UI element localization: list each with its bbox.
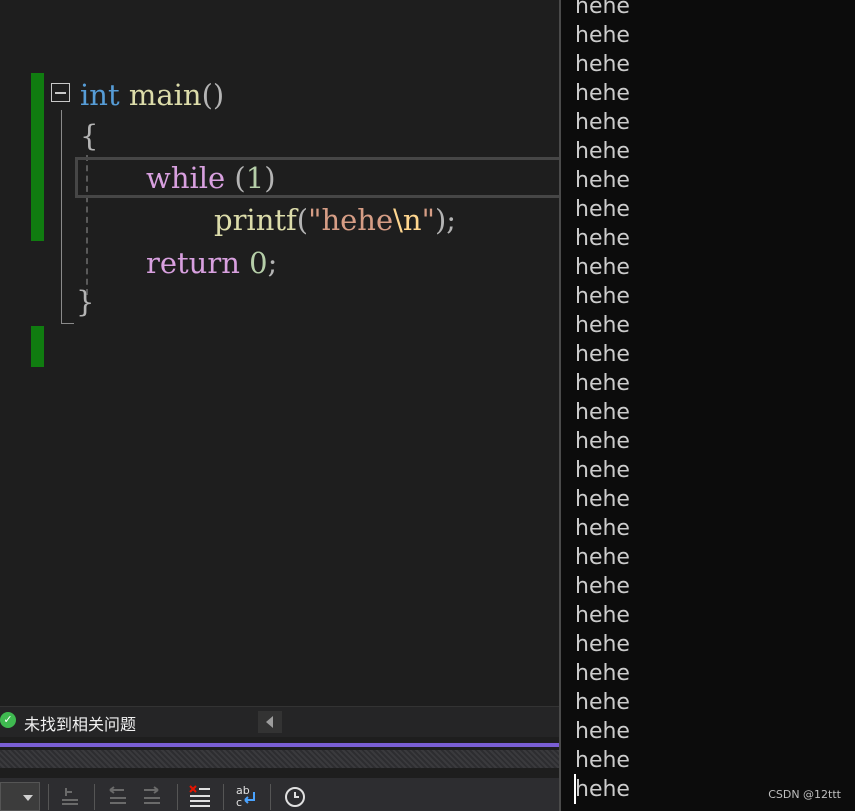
toolbar-separator — [94, 784, 95, 810]
console-line: hehe — [575, 719, 630, 744]
history-clock-icon[interactable] — [283, 784, 307, 808]
toolbar-separator — [48, 784, 49, 810]
code-token: ; — [267, 246, 278, 280]
problems-status-bar: ✓ 未找到相关问题 — [0, 706, 559, 737]
code-token: while — [146, 161, 226, 195]
text-cursor — [574, 774, 576, 804]
code-token: ); — [434, 203, 457, 237]
panel-accent-line — [0, 743, 559, 747]
console-line: hehe — [575, 661, 630, 686]
console-line: hehe — [575, 342, 630, 367]
indent-icon[interactable] — [140, 784, 164, 808]
scroll-left-button[interactable] — [258, 711, 282, 733]
code-token: ) — [264, 161, 276, 195]
code-token: ( — [225, 161, 246, 195]
code-token: 1 — [245, 161, 265, 195]
console-line: hehe — [575, 255, 630, 280]
console-line: hehe — [575, 516, 630, 541]
remove-errors-icon[interactable] — [188, 784, 212, 808]
code-token: } — [76, 285, 95, 319]
console-line: hehe — [575, 458, 630, 483]
code-token: printf — [214, 203, 297, 237]
code-token: "hehe — [308, 203, 394, 237]
editor-toolbar: ab c — [0, 778, 559, 811]
status-message: 未找到相关问题 — [24, 715, 137, 734]
dropdown-icon[interactable] — [0, 782, 40, 811]
console-line: hehe — [575, 226, 630, 251]
outdent-icon[interactable] — [106, 784, 130, 808]
code-editor[interactable]: int main() { while (1) printf("hehe\n");… — [0, 0, 559, 706]
console-line: hehe — [575, 197, 630, 222]
console-line: hehe — [575, 545, 630, 570]
console-line: hehe — [575, 574, 630, 599]
console-line: hehe — [575, 632, 630, 657]
console-line: hehe — [575, 0, 630, 19]
code-line[interactable]: { — [80, 118, 98, 154]
outline-guide — [61, 110, 62, 324]
code-token: 0 — [249, 246, 268, 280]
console-line: hehe — [575, 690, 630, 715]
console-line: hehe — [575, 168, 630, 193]
code-line[interactable]: } — [76, 284, 94, 320]
outline-guide-end — [61, 323, 74, 324]
console-line: hehe — [575, 748, 630, 773]
code-token: return — [146, 246, 240, 280]
code-line[interactable]: int main() — [80, 77, 224, 113]
comment-out-icon[interactable] — [58, 784, 82, 808]
panel-splitter[interactable] — [0, 750, 559, 768]
code-line[interactable]: while (1) — [146, 160, 276, 196]
console-line: hehe — [575, 81, 630, 106]
console-line: hehe — [575, 487, 630, 512]
console-window[interactable]: hehe hehe hehe hehe hehe hehe hehe hehe hehe hehe… — [559, 0, 855, 811]
change-indicator-bar — [31, 326, 44, 367]
svg-text:c: c — [236, 796, 242, 808]
code-token: int — [80, 78, 120, 112]
code-token: () — [201, 78, 225, 112]
code-line[interactable]: printf("hehe\n"); — [214, 202, 456, 238]
console-line: hehe — [575, 371, 630, 396]
toolbar-separator — [223, 784, 224, 810]
change-indicator-bar — [31, 73, 44, 241]
code-line[interactable]: return 0; — [146, 245, 277, 281]
toolbar-separator — [177, 784, 178, 810]
toolbar-separator — [270, 784, 271, 810]
code-token: { — [80, 119, 99, 153]
code-token: \n — [393, 203, 422, 237]
code-token: ( — [296, 203, 309, 237]
console-line: hehe — [575, 284, 630, 309]
console-line: hehe — [575, 23, 630, 48]
check-circle-icon[interactable]: ✓ — [0, 712, 16, 728]
console-line: hehe — [575, 777, 630, 802]
console-line: hehe — [575, 429, 630, 454]
replace-icon[interactable]: ab c — [234, 784, 258, 808]
code-token: " — [421, 203, 435, 237]
console-line: hehe — [575, 400, 630, 425]
console-line: hehe — [575, 603, 630, 628]
console-line: hehe — [575, 139, 630, 164]
console-line: hehe — [575, 110, 630, 135]
watermark: CSDN @12ttt — [768, 788, 841, 801]
console-line: hehe — [575, 313, 630, 338]
collapse-icon[interactable] — [51, 83, 70, 102]
console-line: hehe — [575, 52, 630, 77]
code-token: main — [128, 78, 202, 112]
